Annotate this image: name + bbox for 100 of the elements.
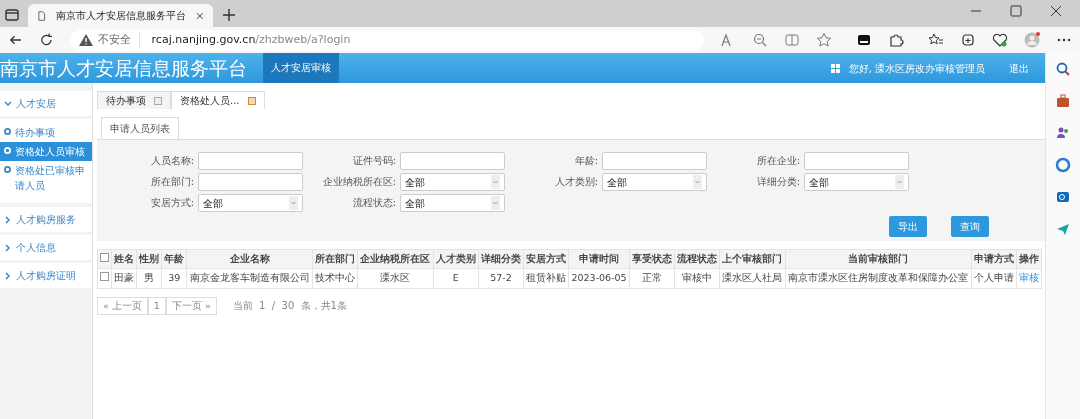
circle-bullet-icon bbox=[4, 166, 11, 173]
column-header: 性别 bbox=[136, 249, 162, 269]
column-header: 流程状态 bbox=[674, 249, 720, 269]
table-cell: 溧水区 bbox=[357, 268, 434, 288]
new-tab-icon[interactable] bbox=[221, 7, 237, 23]
app-icon[interactable] bbox=[856, 32, 872, 48]
field-label: 安居方式: bbox=[149, 196, 195, 210]
checkbox[interactable] bbox=[100, 272, 110, 282]
circle-bullet-icon bbox=[4, 128, 11, 135]
column-header: 申请方式 bbox=[971, 249, 1017, 269]
table-cell: 租赁补贴 bbox=[523, 268, 569, 288]
action-button[interactable]: 导出 bbox=[889, 216, 927, 237]
column-header: 当前审核部门 bbox=[785, 249, 972, 269]
refresh-icon[interactable] bbox=[38, 32, 54, 48]
tab-actions-icon[interactable] bbox=[4, 7, 20, 23]
chevron-right-icon bbox=[4, 271, 12, 280]
column-header: 人才类别 bbox=[433, 249, 479, 269]
table-cell: 男 bbox=[136, 268, 162, 288]
text-field[interactable] bbox=[400, 152, 505, 170]
star-icon[interactable] bbox=[816, 32, 832, 48]
maximize-icon[interactable] bbox=[1008, 3, 1024, 19]
text-field[interactable] bbox=[198, 152, 303, 170]
prev-page-button[interactable]: « 上一页 bbox=[97, 296, 148, 315]
field-label: 人员名称: bbox=[149, 154, 195, 168]
collections-icon[interactable] bbox=[960, 32, 976, 48]
table-cell: 39 bbox=[161, 268, 187, 288]
table-cell: 南京市溧水区住房制度改革和保障办公室 bbox=[785, 268, 972, 288]
table-cell: 南京金龙客车制造有限公司 bbox=[186, 268, 313, 288]
sidebar-item[interactable]: 资格处人员审核 bbox=[0, 142, 92, 161]
field-label: 证件号码: bbox=[351, 154, 397, 168]
dropdown-field[interactable]: 全部 bbox=[400, 194, 505, 212]
table-cell: 田豪 bbox=[111, 268, 137, 288]
column-header: 上个审核部门 bbox=[719, 249, 786, 269]
dropdown-field[interactable]: 全部 bbox=[804, 173, 909, 191]
table-cell: 溧水区人社局 bbox=[719, 268, 786, 288]
grid-icon[interactable] bbox=[830, 63, 841, 73]
sidebar-group[interactable]: 个人信息 bbox=[0, 235, 92, 260]
security-warning: 不安全 bbox=[97, 31, 140, 49]
field-label: 年龄: bbox=[573, 154, 599, 168]
browser-tab[interactable]: 南京市人才安居信息服务平台 bbox=[28, 4, 213, 27]
warning-icon bbox=[77, 32, 94, 48]
column-header: 申请时间 bbox=[568, 249, 630, 269]
column-header: 年龄 bbox=[161, 249, 187, 269]
health-icon[interactable] bbox=[992, 32, 1008, 48]
column-header: 企业名称 bbox=[186, 249, 313, 269]
column-header: 所在部门 bbox=[312, 249, 358, 269]
mail-app-icon[interactable] bbox=[1055, 189, 1071, 205]
people-icon[interactable] bbox=[1055, 125, 1071, 141]
page-number-button[interactable]: 1 bbox=[147, 296, 166, 315]
chevron-down-icon bbox=[4, 99, 12, 108]
circle-bullet-icon bbox=[4, 147, 11, 154]
chevron-right-icon bbox=[4, 215, 12, 224]
table-cell: 个人申请 bbox=[971, 268, 1017, 288]
next-page-button[interactable]: 下一页 » bbox=[165, 296, 217, 315]
table-cell: 2023-06-05 bbox=[568, 268, 630, 288]
page-tab[interactable]: 待办事项 bbox=[97, 91, 171, 109]
page-tab[interactable]: 资格处人员... bbox=[171, 91, 265, 109]
table-cell: E bbox=[433, 268, 479, 288]
close-icon[interactable] bbox=[1048, 3, 1064, 19]
search-icon[interactable] bbox=[1055, 61, 1071, 77]
sidebar-group[interactable]: 人才安居 bbox=[0, 91, 92, 116]
send-icon[interactable] bbox=[1055, 221, 1071, 237]
column-header: 姓名 bbox=[111, 249, 137, 269]
action-button[interactable]: 查询 bbox=[951, 216, 989, 237]
table-cell: 正常 bbox=[629, 268, 675, 288]
circle-app-icon[interactable] bbox=[1055, 157, 1071, 173]
chevron-right-icon bbox=[4, 243, 12, 252]
text-field[interactable] bbox=[804, 152, 909, 170]
user-greeting: 您好, 溧水区房改办审核管理员 bbox=[848, 61, 985, 76]
text-field[interactable] bbox=[198, 173, 303, 191]
text-field[interactable] bbox=[602, 152, 707, 170]
table-cell: 57-2 bbox=[478, 268, 524, 288]
sidebar-group[interactable]: 人才购房服务 bbox=[0, 207, 92, 232]
page-info: 当前 1 / 30 条，共1条 bbox=[232, 299, 347, 314]
url-text: rcaj.nanjing.gov.cn/zhzbweb/a?login bbox=[150, 31, 351, 48]
site-title: 南京市人才安居信息服务平台 bbox=[0, 56, 247, 81]
field-label: 人才类别: bbox=[553, 175, 599, 189]
sub-tab[interactable]: 申请人员列表 bbox=[101, 117, 179, 139]
address-bar[interactable]: 不安全 rcaj.nanjing.gov.cn/zhzbweb/a?login bbox=[69, 29, 704, 51]
briefcase-icon[interactable] bbox=[1055, 93, 1071, 109]
profile-avatar-icon[interactable] bbox=[1024, 32, 1040, 48]
dropdown-field[interactable]: 全部 bbox=[198, 194, 303, 212]
zoom-out-icon[interactable] bbox=[752, 32, 768, 48]
column-header: 详细分类 bbox=[478, 249, 524, 269]
checkbox[interactable] bbox=[100, 253, 110, 262]
dropdown-field[interactable]: 全部 bbox=[602, 173, 707, 191]
nav-tab[interactable]: 人才安居审核 bbox=[263, 53, 339, 83]
dropdown-field[interactable]: 全部 bbox=[400, 173, 505, 191]
logout-link[interactable]: 退出 bbox=[1009, 60, 1029, 76]
field-label: 所在部门: bbox=[149, 175, 195, 189]
split-screen-icon[interactable] bbox=[784, 32, 800, 48]
field-label: 详细分类: bbox=[755, 175, 801, 189]
extensions-icon[interactable] bbox=[888, 32, 904, 48]
field-label: 企业纳税所在区: bbox=[321, 175, 397, 189]
column-header: 操作 bbox=[1016, 249, 1042, 269]
sidebar-group[interactable]: 人才购房证明 bbox=[0, 263, 92, 288]
column-header: 企业纳税所在区 bbox=[357, 249, 434, 269]
tab-title: 南京市人才安居信息服务平台 bbox=[55, 9, 186, 23]
column-header: 享受状态 bbox=[629, 249, 675, 269]
favorites-icon[interactable] bbox=[928, 32, 944, 48]
